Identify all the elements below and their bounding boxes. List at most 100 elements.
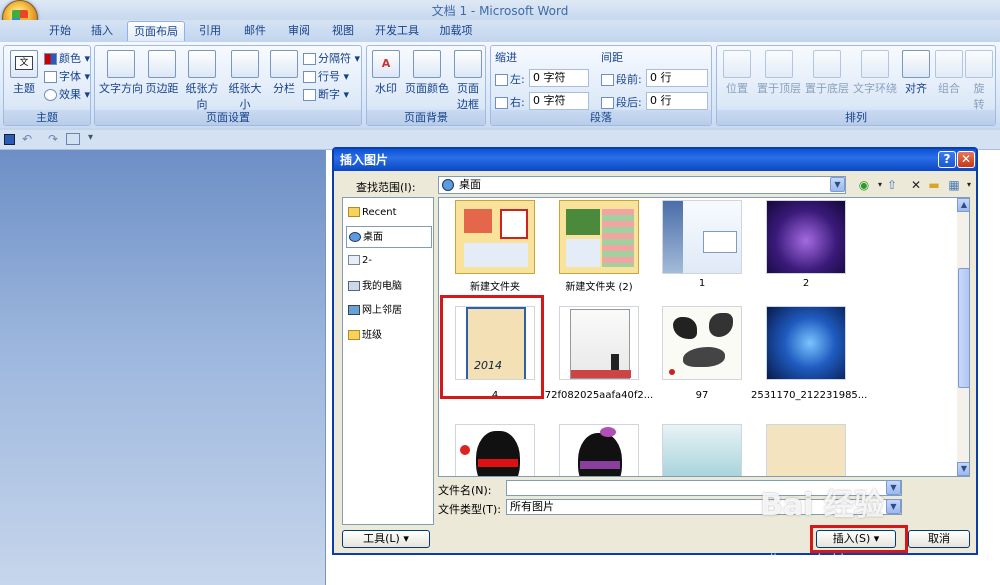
scroll-up-icon[interactable]: ▲	[957, 198, 969, 212]
themes-button[interactable]: 文 主题	[7, 50, 41, 96]
size-button[interactable]: 纸张大小	[224, 50, 266, 112]
rotate-button[interactable]: 旋转	[965, 50, 993, 112]
place-my-computer[interactable]: 我的电脑	[346, 276, 432, 298]
tab-references[interactable]: 引用	[192, 21, 228, 41]
scroll-down-icon[interactable]: ▼	[957, 462, 969, 476]
ribbon-tabs: 开始 插入 页面布局 引用 邮件 审阅 视图 开发工具 加载项	[0, 20, 1000, 42]
filename-label: 文件名(N):	[438, 484, 492, 497]
indent-left-input[interactable]: 0 字符	[529, 69, 589, 87]
thumb-preview	[663, 201, 683, 273]
place-desktop[interactable]: 桌面	[346, 226, 432, 248]
fonts-icon	[44, 71, 57, 83]
file-thumb-penguin-2[interactable]	[559, 424, 639, 476]
up-folder-icon[interactable]: ⇧	[884, 177, 900, 193]
file-thumb-2[interactable]	[766, 200, 846, 274]
place-recent[interactable]: Recent	[346, 202, 432, 224]
thumb-preview	[611, 354, 619, 370]
bring-front-button[interactable]: 置于顶层	[755, 50, 803, 96]
themes-icon: 文	[10, 50, 38, 78]
send-back-icon	[813, 50, 841, 78]
thumb-preview	[460, 445, 470, 455]
views-dropdown-icon[interactable]: ▾	[961, 177, 977, 193]
file-thumb-97[interactable]	[662, 306, 742, 380]
tools-button[interactable]: 工具(L) ▾	[342, 530, 430, 548]
text-wrap-button[interactable]: 文字环绕	[851, 50, 899, 96]
spacing-after-input[interactable]: 0 行	[646, 92, 708, 110]
spacing-label: 间距	[601, 51, 623, 64]
file-thumb-folder-2[interactable]	[559, 200, 639, 274]
breaks-button[interactable]: 分隔符 ▾	[303, 50, 360, 66]
position-button[interactable]: 位置	[719, 50, 755, 96]
file-thumb-3[interactable]	[662, 424, 742, 476]
thumb-preview	[673, 317, 697, 339]
page-color-button[interactable]: 页面颜色	[403, 50, 451, 96]
look-in-dropdown[interactable]: 桌面 ▼	[438, 176, 846, 194]
align-button[interactable]: 对齐	[899, 50, 933, 96]
spacing-before-label: 段前:	[601, 71, 642, 87]
orientation-button[interactable]: 纸张方向	[181, 50, 223, 112]
group-themes: 文 主题 颜色 ▾ 字体 ▾ 效果 ▾ 主题	[3, 45, 91, 126]
help-button[interactable]: ?	[938, 151, 956, 168]
close-button[interactable]: ✕	[957, 151, 975, 168]
back-icon[interactable]: ◉	[856, 177, 872, 193]
margins-icon	[148, 50, 176, 78]
tab-developer[interactable]: 开发工具	[370, 21, 424, 41]
chevron-down-icon[interactable]: ▼	[886, 480, 901, 495]
theme-fonts-button[interactable]: 字体 ▾	[44, 68, 90, 84]
chevron-down-icon[interactable]: ▼	[830, 177, 845, 192]
line-numbers-icon	[303, 71, 316, 83]
chevron-down-icon[interactable]: ▼	[886, 499, 901, 514]
text-wrap-icon	[861, 50, 889, 78]
places-bar: Recent 桌面 2- 我的电脑 网上邻居 班级	[342, 197, 434, 525]
scroll-thumb[interactable]	[958, 268, 969, 388]
colors-icon	[44, 53, 57, 65]
tab-insert[interactable]: 插入	[84, 21, 120, 41]
redo-icon[interactable]: ↷	[48, 132, 58, 146]
theme-colors-button[interactable]: 颜色 ▾	[44, 50, 90, 66]
file-thumb-folder-1[interactable]	[455, 200, 535, 274]
undo-icon[interactable]: ↶	[22, 132, 32, 146]
send-back-button[interactable]: 置于底层	[803, 50, 851, 96]
tab-review[interactable]: 审阅	[281, 21, 317, 41]
place-class-folder[interactable]: 班级	[346, 325, 432, 347]
line-numbers-button[interactable]: 行号 ▾	[303, 68, 349, 84]
file-list-scrollbar[interactable]: ▲ ▼	[957, 198, 969, 476]
file-thumb-1[interactable]	[662, 200, 742, 274]
cancel-button[interactable]: 取消	[908, 530, 970, 548]
group-icon	[935, 50, 963, 78]
group-button[interactable]: 组合	[933, 50, 965, 96]
group-page-background: A 水印 页面颜色 页面 边框 页面背景	[366, 45, 486, 126]
indent-right-input[interactable]: 0 字符	[529, 92, 589, 110]
file-thumb-4b[interactable]	[766, 424, 846, 476]
file-thumb-penguin-1[interactable]	[455, 424, 535, 476]
tab-addins[interactable]: 加载项	[433, 21, 479, 41]
columns-button[interactable]: 分栏	[269, 50, 299, 96]
tab-view[interactable]: 视图	[325, 21, 361, 41]
tab-home[interactable]: 开始	[42, 21, 78, 41]
tab-page-layout[interactable]: 页面布局	[127, 21, 185, 41]
thumb-preview	[566, 209, 600, 235]
print-preview-icon[interactable]	[66, 133, 80, 145]
hyphenation-button[interactable]: 断字 ▾	[303, 86, 349, 102]
save-icon[interactable]	[4, 134, 15, 145]
group-label-paragraph: 段落	[491, 110, 711, 125]
spacing-before-input[interactable]: 0 行	[646, 69, 708, 87]
place-2[interactable]: 2-	[346, 250, 432, 272]
text-direction-button[interactable]: 文字方向	[99, 50, 143, 96]
theme-effects-button[interactable]: 效果 ▾	[44, 86, 90, 102]
filetype-label: 文件类型(T):	[438, 503, 502, 516]
new-folder-icon[interactable]: ▬	[926, 177, 942, 193]
thumb-preview	[703, 231, 737, 253]
delete-icon[interactable]: ✕	[908, 177, 924, 193]
file-thumb-72f08[interactable]	[559, 306, 639, 380]
views-icon[interactable]: ▦	[946, 177, 962, 193]
place-network[interactable]: 网上邻居	[346, 300, 432, 322]
page-borders-button[interactable]: 页面 边框	[453, 50, 483, 112]
file-label: 2531170_212231985...	[751, 390, 868, 401]
file-thumb-2531170[interactable]	[766, 306, 846, 380]
tab-mailings[interactable]: 邮件	[237, 21, 273, 41]
customize-qat-icon[interactable]: ▾	[88, 132, 93, 143]
watermark-button[interactable]: A 水印	[371, 50, 401, 96]
margins-button[interactable]: 页边距	[145, 50, 179, 96]
thumb-preview	[602, 209, 634, 267]
